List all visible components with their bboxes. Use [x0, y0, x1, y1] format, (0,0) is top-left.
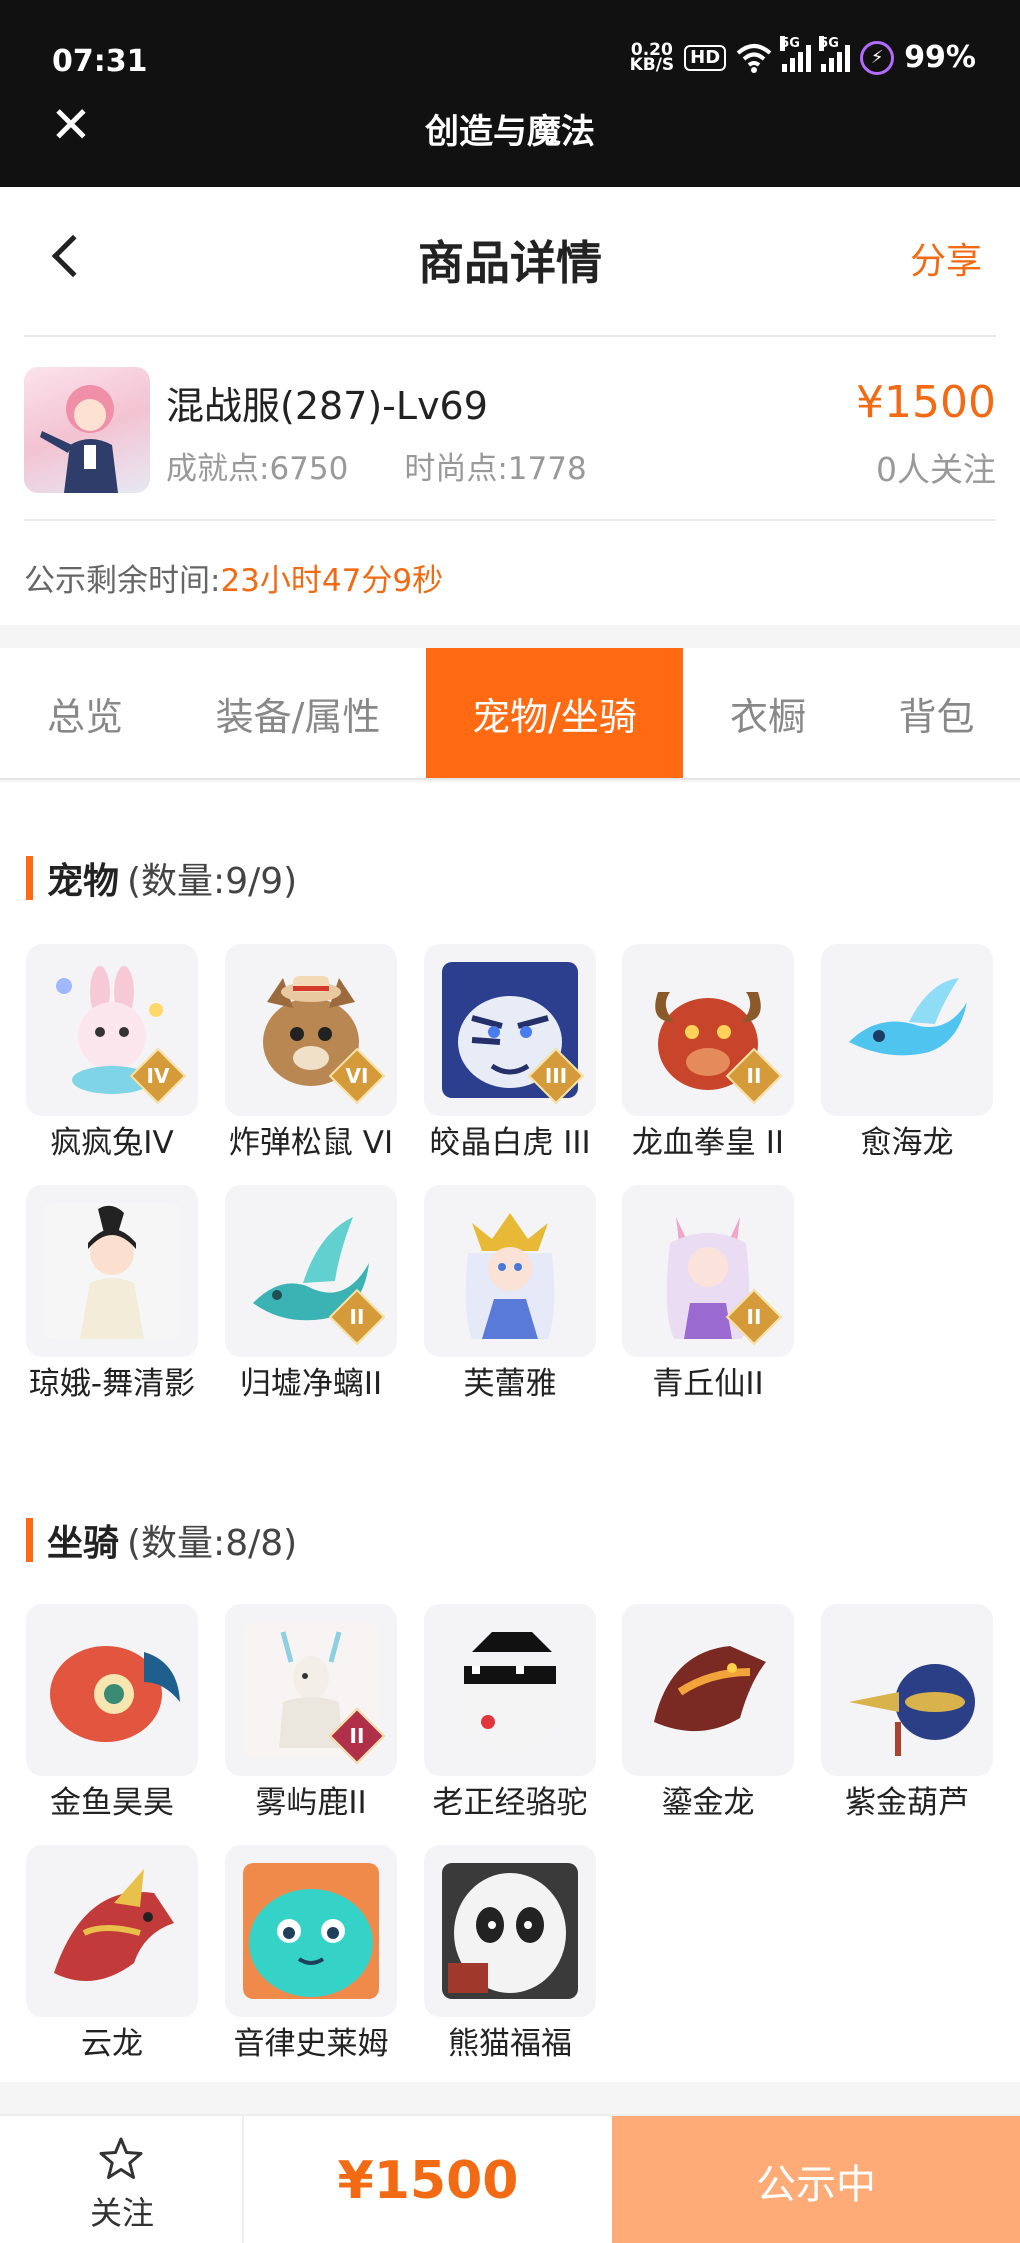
pet-thumbnail: II — [225, 1185, 397, 1357]
bottom-price: ¥1500 — [337, 2150, 519, 2211]
pet-thumbnail — [26, 1185, 198, 1357]
pet-item[interactable]: II 龙血拳皇 II — [622, 944, 794, 1164]
pet-thumbnail: VI — [225, 944, 397, 1116]
tab-backpack[interactable]: 背包 — [853, 648, 1020, 778]
follow-button[interactable]: 关注 — [0, 2116, 244, 2243]
mount-item[interactable]: 云龙 — [26, 1845, 198, 2065]
mount-thumbnail — [26, 1845, 198, 2017]
bottom-action-bar: 关注 ¥1500 公示中 — [0, 2114, 1020, 2243]
page-header: 商品详情 分享 — [0, 187, 1020, 337]
network-speed: 0.20 KB/S — [629, 41, 675, 75]
pet-name: 青丘仙II — [652, 1366, 764, 1402]
wifi-icon — [736, 43, 772, 73]
pet-name: 琼娥-舞清影 — [28, 1366, 196, 1402]
status-time: 07:31 — [52, 44, 148, 79]
mount-name: 熊猫福福 — [448, 2026, 572, 2062]
pet-thumbnail: II — [622, 1185, 794, 1357]
tab-pets-mounts[interactable]: 宠物/坐骑 — [426, 648, 683, 778]
mount-thumbnail — [424, 1845, 596, 2017]
network-speed-unit: KB/S — [629, 54, 675, 75]
follower-count: 0人关注 — [876, 450, 996, 489]
countdown-label: 公示剩余时间: — [24, 563, 221, 599]
mount-thumbnail — [821, 1604, 993, 1776]
mount-name: 鎏金龙 — [661, 1785, 755, 1821]
share-button[interactable]: 分享 — [910, 232, 982, 284]
follow-label: 关注 — [89, 2194, 154, 2232]
character-stats: 成就点:6750 时尚点:1778 — [166, 443, 587, 488]
mount-thumbnail — [424, 1604, 596, 1776]
achievement-points: 成就点:6750 — [166, 451, 349, 487]
pet-name: 皎晶白虎 III — [429, 1125, 591, 1161]
mount-item[interactable]: 老正经骆驼 — [424, 1604, 596, 1824]
battery-level: 99% — [904, 40, 976, 75]
mounts-section-title: 坐骑 (数量:8/8) — [26, 1514, 297, 1566]
star-icon — [99, 2137, 143, 2179]
pet-item[interactable]: II 青丘仙II — [622, 1185, 794, 1405]
signal-icon: 5G — [819, 35, 851, 72]
pet-thumbnail — [821, 944, 993, 1116]
mount-thumbnail — [225, 1845, 397, 2017]
product-summary: 混战服(287)-Lv69 成就点:6750 时尚点:1778 ¥1500 0人关… — [0, 337, 1020, 625]
mount-thumbnail: II — [225, 1604, 397, 1776]
pet-item[interactable]: 愈海龙 — [821, 944, 993, 1164]
battery-charging-icon: ⚡ — [860, 40, 895, 75]
mount-item[interactable]: II 雾屿鹿II — [225, 1604, 397, 1824]
pet-thumbnail — [424, 1185, 596, 1357]
publicity-countdown: 公示剩余时间:23小时47分9秒 — [24, 555, 443, 600]
mount-name: 金鱼昊昊 — [50, 1785, 174, 1821]
mount-name: 音律史莱姆 — [233, 2026, 389, 2062]
page-title: 商品详情 — [418, 236, 602, 290]
mount-name: 云龙 — [81, 2026, 143, 2062]
pets-mounts-panel: 宠物 (数量:9/9) IV 疯疯兔IV VI 炸弹松鼠 VI III 皎晶白虎… — [0, 782, 1020, 2082]
status-indicators: 0.20 KB/S HD 5G 5G ⚡ 99% — [629, 35, 976, 75]
mount-item[interactable]: 金鱼昊昊 — [26, 1604, 198, 1824]
mount-name: 雾屿鹿II — [255, 1785, 367, 1821]
mount-item[interactable]: 音律史莱姆 — [225, 1845, 397, 2065]
pet-thumbnail: II — [622, 944, 794, 1116]
pet-item[interactable]: III 皎晶白虎 III — [424, 944, 596, 1164]
server-name: 混战服(287)-Lv69 — [166, 384, 488, 428]
mount-thumbnail — [26, 1604, 198, 1776]
pet-name: 炸弹松鼠 VI — [228, 1125, 394, 1161]
mount-thumbnail — [622, 1604, 794, 1776]
divider — [24, 519, 996, 521]
pet-name: 龙血拳皇 II — [631, 1125, 785, 1161]
product-price: ¥1500 — [856, 377, 996, 428]
hd-icon: HD — [684, 44, 727, 71]
mount-item[interactable]: 鎏金龙 — [622, 1604, 794, 1824]
app-title: 创造与魔法 — [425, 112, 595, 152]
character-avatar — [24, 367, 150, 493]
pet-thumbnail: IV — [26, 944, 198, 1116]
pet-item[interactable]: VI 炸弹松鼠 VI — [225, 944, 397, 1164]
detail-tabs: 总览 装备/属性 宠物/坐骑 衣橱 背包 — [0, 648, 1020, 780]
mount-item[interactable]: 紫金葫芦 — [821, 1604, 993, 1824]
pet-name: 芙蕾雅 — [463, 1366, 557, 1402]
publicity-status-button[interactable]: 公示中 — [612, 2116, 1020, 2243]
pet-thumbnail: III — [424, 944, 596, 1116]
pet-item[interactable]: IV 疯疯兔IV — [26, 944, 198, 1164]
tab-equipment[interactable]: 装备/属性 — [170, 648, 426, 778]
signal-icon: 5G — [780, 35, 812, 72]
fashion-points: 时尚点:1778 — [404, 451, 587, 487]
mount-item[interactable]: 熊猫福福 — [424, 1845, 596, 2065]
pet-name: 疯疯兔IV — [50, 1125, 174, 1161]
pets-section-title: 宠物 (数量:9/9) — [26, 852, 297, 904]
pet-item[interactable]: 芙蕾雅 — [424, 1185, 596, 1405]
pet-name: 归墟净螭II — [239, 1366, 383, 1402]
countdown-value: 23小时47分9秒 — [220, 563, 444, 599]
mount-name: 老正经骆驼 — [432, 1785, 588, 1821]
tab-overview[interactable]: 总览 — [0, 648, 170, 778]
app-top-bar: 07:31 0.20 KB/S HD 5G 5G ⚡ 99% ✕ 创造与魔法 — [0, 0, 1020, 187]
pet-item[interactable]: II 归墟净螭II — [225, 1185, 397, 1405]
pet-name: 愈海龙 — [860, 1125, 954, 1161]
pet-item[interactable]: 琼娥-舞清影 — [26, 1185, 198, 1405]
mount-name: 紫金葫芦 — [845, 1785, 969, 1821]
tab-wardrobe[interactable]: 衣橱 — [683, 648, 853, 778]
